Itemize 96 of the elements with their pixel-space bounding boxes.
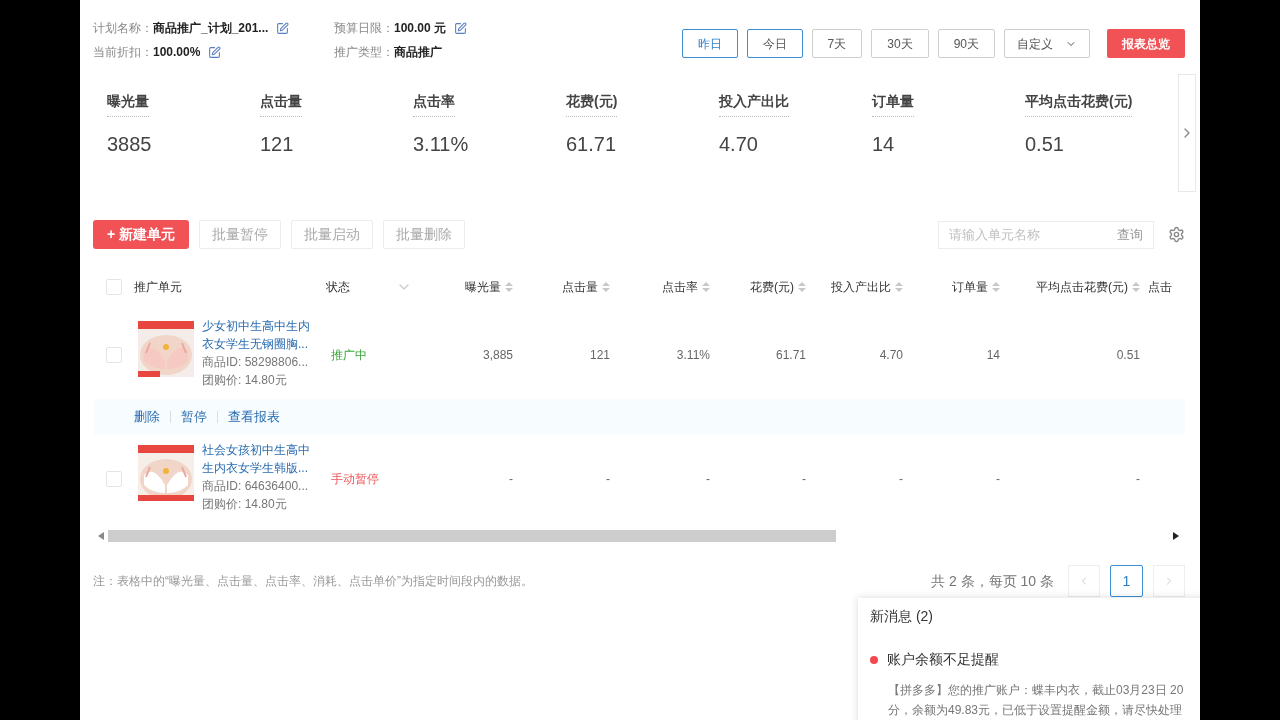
table-cell: - — [996, 472, 1000, 486]
scroll-left-icon[interactable] — [98, 532, 104, 540]
product-title-link[interactable]: 生内衣女学生韩版... — [202, 459, 310, 477]
metric-label: 点击量 — [260, 91, 302, 117]
scroll-right-icon[interactable] — [1173, 532, 1179, 540]
product-title-link[interactable]: 少女初中生高中生内 — [202, 317, 310, 335]
metric-label: 订单量 — [872, 91, 914, 117]
column-header: 订单量 — [952, 279, 988, 296]
column-header: 花费(元) — [750, 279, 794, 296]
table-cell: 14 — [986, 348, 1000, 362]
product-title-link[interactable]: 衣女学生无钢圈胸... — [202, 335, 310, 353]
table-cell: - — [802, 472, 806, 486]
row-action-link[interactable]: 查看报表 — [228, 407, 280, 427]
metric-label: 投入产出比 — [719, 91, 789, 117]
search-field[interactable]: 请输入单元名称 查询 — [938, 220, 1154, 249]
horizontal-scrollbar[interactable] — [108, 530, 836, 542]
table-cell: 3.11% — [676, 348, 710, 362]
group-price: 团购价: 14.80元 — [202, 496, 288, 513]
metric-value: 3885 — [107, 132, 152, 157]
status-text: 推广中 — [331, 348, 367, 362]
metric-label: 曝光量 — [107, 91, 149, 117]
sort-icon[interactable] — [702, 281, 710, 293]
column-header: 推广单元 — [134, 279, 182, 296]
metric-label: 平均点击花费(元) — [1025, 91, 1133, 117]
column-header: 曝光量 — [465, 279, 501, 296]
table-cell: - — [899, 472, 903, 486]
sort-icon[interactable] — [602, 281, 610, 293]
sort-icon[interactable] — [992, 281, 1000, 293]
report-overview-button[interactable]: 报表总览 — [1107, 29, 1185, 58]
table-cell: - — [1136, 472, 1140, 486]
checkbox[interactable] — [106, 471, 122, 487]
metric-value: 3.11% — [413, 132, 469, 157]
sort-icon[interactable] — [505, 281, 513, 293]
date-range-button[interactable]: 今日 — [746, 29, 803, 58]
info-value: 商品推广 — [394, 44, 442, 61]
product-id: 商品ID: 64636400... — [202, 478, 310, 495]
metric-value: 4.70 — [719, 132, 758, 157]
metric-label: 花费(元) — [566, 91, 618, 117]
table-cell: 61.71 — [775, 348, 806, 362]
product-title-link[interactable]: 社会女孩初中生高中 — [202, 441, 310, 459]
column-header: 投入产出比 — [831, 279, 891, 296]
metric-value: 121 — [260, 132, 294, 157]
message-text: 【拼多多】您的推广账户：蝶丰内衣，截止03月23日 20 — [888, 682, 1185, 699]
new-unit-button[interactable]: + 新建单元 — [93, 220, 190, 249]
table-cell: - — [606, 472, 610, 486]
settings-icon[interactable] — [1168, 226, 1185, 243]
table-cell: - — [509, 472, 513, 486]
info-label: 计划名称： — [93, 20, 153, 37]
sort-icon[interactable] — [895, 281, 903, 293]
info-value: 商品推广_计划_201... — [153, 20, 269, 37]
table-cell: 4.70 — [879, 348, 903, 362]
column-header: 点击量 — [562, 279, 598, 296]
table-cell: - — [706, 472, 710, 486]
group-price: 团购价: 14.80元 — [202, 372, 288, 389]
checkbox[interactable] — [106, 279, 122, 295]
info-label: 预算日限： — [334, 20, 394, 37]
date-range-button[interactable]: 7天 — [811, 29, 863, 58]
metric-value: 0.51 — [1025, 132, 1064, 157]
row-action-link[interactable]: 暂停 — [181, 407, 207, 427]
checkbox[interactable] — [106, 347, 122, 363]
date-range-button[interactable]: 30天 — [871, 29, 929, 58]
sort-icon[interactable] — [1132, 281, 1140, 293]
next-page-button[interactable] — [1153, 565, 1185, 597]
search-button[interactable]: 查询 — [1117, 224, 1143, 245]
info-label: 当前折扣： — [93, 44, 153, 61]
table-note: 注：表格中的“曝光量、点击量、点击率、消耗、点击单价”为指定时间段内的数据。 — [93, 573, 533, 590]
column-header: 点击 — [1148, 279, 1172, 296]
column-header: 状态 — [326, 279, 350, 296]
date-range-button[interactable]: 90天 — [937, 29, 995, 58]
popup-title: 新消息 (2) — [870, 607, 934, 626]
column-header: 平均点击花费(元) — [1036, 279, 1128, 296]
edit-icon[interactable] — [454, 21, 468, 35]
table-cell: 121 — [589, 348, 610, 362]
metric-value: 61.71 — [566, 132, 617, 157]
metric-label: 点击率 — [413, 91, 455, 117]
product-id: 商品ID: 58298806... — [202, 354, 310, 371]
pagination-summary: 共 2 条，每页 10 条 — [931, 571, 1054, 591]
info-value: 100.00% — [153, 44, 201, 61]
metric-value: 14 — [872, 132, 895, 157]
next-metrics-button[interactable] — [1178, 74, 1196, 192]
custom-range-dropdown[interactable]: 自定义 — [1004, 29, 1090, 58]
edit-icon[interactable] — [208, 45, 222, 59]
message-title[interactable]: 账户余额不足提醒 — [887, 649, 999, 670]
status-text: 手动暂停 — [331, 472, 379, 486]
page-button[interactable]: 1 — [1110, 565, 1143, 597]
row-action-link[interactable]: 删除 — [134, 407, 160, 427]
info-value: 100.00 元 — [394, 20, 447, 37]
edit-icon[interactable] — [276, 21, 290, 35]
message-text: 分，余额为49.83元，已低于设置提醒金额，请尽快处理 — [888, 702, 1184, 719]
sort-icon[interactable] — [798, 281, 806, 293]
table-cell: 0.51 — [1116, 348, 1140, 362]
info-label: 推广类型： — [334, 44, 394, 61]
previous-page-button[interactable] — [1068, 565, 1100, 597]
date-range-button[interactable]: 昨日 — [681, 29, 738, 58]
column-header: 点击率 — [662, 279, 698, 296]
table-cell: 3,885 — [482, 348, 513, 362]
